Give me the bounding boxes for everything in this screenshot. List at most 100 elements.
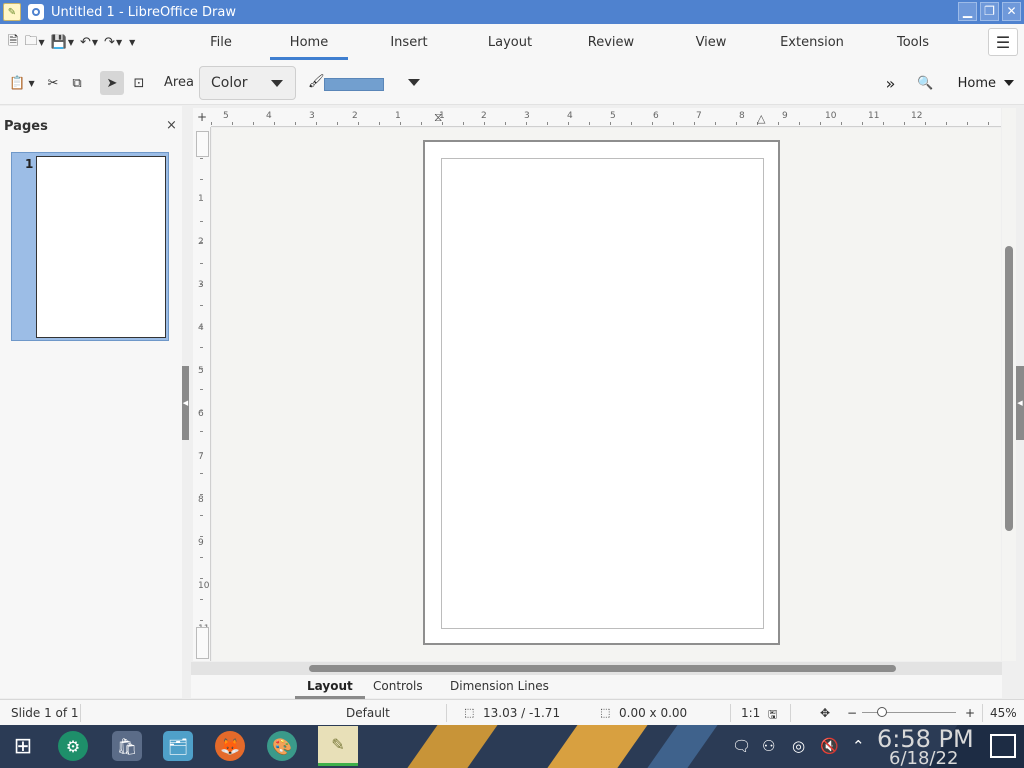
tray-expand-icon[interactable]: ⌃ <box>852 737 865 755</box>
volume-muted-icon[interactable]: 🔇 <box>820 737 839 755</box>
search-icon[interactable]: 🔍 <box>917 76 933 91</box>
minimize-button[interactable]: ▁ <box>958 2 977 21</box>
save-icon[interactable]: 💾 ▼ <box>49 32 76 54</box>
start-menu-icon[interactable]: ⊞ <box>8 731 38 761</box>
ruler-corner: + <box>193 108 211 127</box>
tab-review[interactable]: Review <box>558 24 664 61</box>
libreoffice-icon <box>28 4 44 20</box>
new-document-icon[interactable]: 🗎 <box>6 32 20 54</box>
open-folder-icon[interactable]: 🗀 ▼ <box>22 32 46 54</box>
vertical-scrollbar-thumb[interactable] <box>1005 246 1013 531</box>
customize-qat-icon[interactable]: ▼ <box>126 32 137 54</box>
store-icon[interactable]: 🛍 <box>112 731 142 761</box>
paste-icon[interactable]: 📋 ▼ <box>6 71 38 95</box>
zoom-slider-knob[interactable] <box>877 707 887 717</box>
page-preview <box>36 156 166 338</box>
position-icon: ⬚ <box>464 706 475 719</box>
redo-icon[interactable]: ↷ ▼ <box>102 32 124 54</box>
select-pointer-icon[interactable]: ➤ <box>100 71 124 95</box>
ruler-label: 10 <box>198 581 210 591</box>
ruler-label: 8 <box>198 495 204 505</box>
tab-tools[interactable]: Tools <box>866 24 960 61</box>
layer-tab-controls[interactable]: Controls <box>373 679 423 693</box>
update-icon[interactable]: ◎ <box>792 737 805 755</box>
area-fill-type-value: Color <box>211 75 248 91</box>
hamburger-menu-icon[interactable]: ☰ <box>988 28 1018 56</box>
vertical-ruler[interactable]: 1234567891011 <box>193 127 211 661</box>
left-indent-marker[interactable]: ⧖ <box>434 110 442 125</box>
color-picker-icon[interactable]: 🎨 <box>267 731 297 761</box>
horizontal-scrollbar[interactable] <box>191 662 1002 675</box>
zoom-pan-icon[interactable]: ⊡ <box>130 71 148 95</box>
pane-splitter-handle[interactable]: ◀ <box>182 366 189 440</box>
context-menu-label[interactable]: Home <box>958 76 996 91</box>
drawing-page[interactable] <box>423 140 780 645</box>
area-fill-type-select[interactable]: Color <box>199 66 296 100</box>
tab-home[interactable]: Home <box>262 24 356 61</box>
chevron-down-icon[interactable] <box>408 79 420 86</box>
tab-view[interactable]: View <box>664 24 758 61</box>
page-thumbnail-1[interactable]: 1 <box>11 152 169 341</box>
tab-insert[interactable]: Insert <box>356 24 462 61</box>
ruler-label: 9 <box>782 111 788 121</box>
notifications-icon[interactable]: 🗨 <box>732 737 751 755</box>
ruler-label: 4 <box>266 111 272 121</box>
close-icon[interactable]: × <box>166 118 177 133</box>
layer-tab-layout[interactable]: Layout <box>295 679 365 699</box>
paint-bucket-icon: 🖌 <box>308 74 325 89</box>
libreoffice-draw-taskbar-icon[interactable]: ✎ <box>318 726 358 766</box>
area-label: Area <box>164 75 194 90</box>
firefox-icon[interactable]: 🦊 <box>215 731 245 761</box>
pages-title: Pages <box>4 119 48 134</box>
clock-date[interactable]: 6/18/22 <box>889 748 958 768</box>
ruler-label: 4 <box>567 111 573 121</box>
vertical-scrollbar[interactable] <box>1002 108 1016 661</box>
cut-icon[interactable]: ✂ <box>44 71 62 95</box>
page-margin-guide <box>441 158 764 629</box>
ruler-label: 4 <box>198 323 204 333</box>
size-icon: ⬚ <box>600 706 611 719</box>
layer-tabs: Layout Controls Dimension Lines <box>191 675 1002 699</box>
document-modified-icon: 🖫 <box>768 708 778 721</box>
home-toolbar: 📋 ▼ ✂ ⧉ ➤ ⊡ Area Color 🖌 » 🔍 Home <box>0 61 1024 105</box>
horizontal-ruler[interactable]: 5 4 3 2 1 1 2 3 4 5 6 7 8 9 10 11 12 ⧖ △ <box>211 108 1001 127</box>
zoom-out-button[interactable]: − <box>847 706 857 720</box>
fit-page-icon[interactable]: ✥ <box>820 706 830 720</box>
close-button[interactable]: ✕ <box>1002 2 1021 21</box>
more-options-icon[interactable]: » <box>886 74 896 93</box>
scale-indicator[interactable]: 1:1 <box>741 706 760 720</box>
zoom-in-button[interactable]: + <box>965 706 975 720</box>
bottom-margin-marker[interactable] <box>196 627 209 659</box>
drawing-canvas[interactable] <box>212 128 1001 661</box>
tab-file[interactable]: File <box>180 24 262 61</box>
object-size: 0.00 x 0.00 <box>619 706 688 720</box>
file-manager-icon[interactable]: 🗂 <box>163 731 193 761</box>
copy-icon[interactable]: ⧉ <box>68 71 86 95</box>
layer-tab-dimension-lines[interactable]: Dimension Lines <box>450 679 549 693</box>
ruler-label: 3 <box>198 280 204 290</box>
sidebar-splitter-handle[interactable]: ◀ <box>1016 366 1024 440</box>
ruler-label: 7 <box>198 452 204 462</box>
draw-app-icon[interactable]: ✎ <box>3 3 21 21</box>
top-margin-marker[interactable] <box>196 131 209 157</box>
ruler-label: 3 <box>524 111 530 121</box>
network-icon[interactable]: ⚇ <box>762 737 775 755</box>
undo-icon[interactable]: ↶ ▼ <box>78 32 100 54</box>
ruler-label: 10 <box>825 111 837 121</box>
tab-extension[interactable]: Extension <box>758 24 866 61</box>
chevron-down-icon[interactable] <box>1004 80 1014 86</box>
discover-icon[interactable]: ⚙ <box>58 731 88 761</box>
zoom-level[interactable]: 45% <box>990 706 1017 720</box>
tab-layout[interactable]: Layout <box>462 24 558 61</box>
ruler-label: 2 <box>481 111 487 121</box>
ruler-label: 1 <box>198 194 204 204</box>
restore-button[interactable]: ❐ <box>980 2 999 21</box>
right-indent-marker[interactable]: △ <box>757 112 765 125</box>
ruler-label: 2 <box>352 111 358 121</box>
pages-pane: Pages × 1 <box>0 106 182 698</box>
show-desktop-button[interactable] <box>990 734 1016 758</box>
fill-color-picker[interactable]: 🖌 <box>304 66 430 100</box>
master-page-name[interactable]: Default <box>346 706 390 720</box>
notebookbar-tabs: 🗎 🗀 ▼ 💾 ▼ ↶ ▼ ↷ ▼ ▼ File Home Insert Layout Revi… <box>0 24 1024 61</box>
horizontal-scrollbar-thumb[interactable] <box>309 665 896 672</box>
